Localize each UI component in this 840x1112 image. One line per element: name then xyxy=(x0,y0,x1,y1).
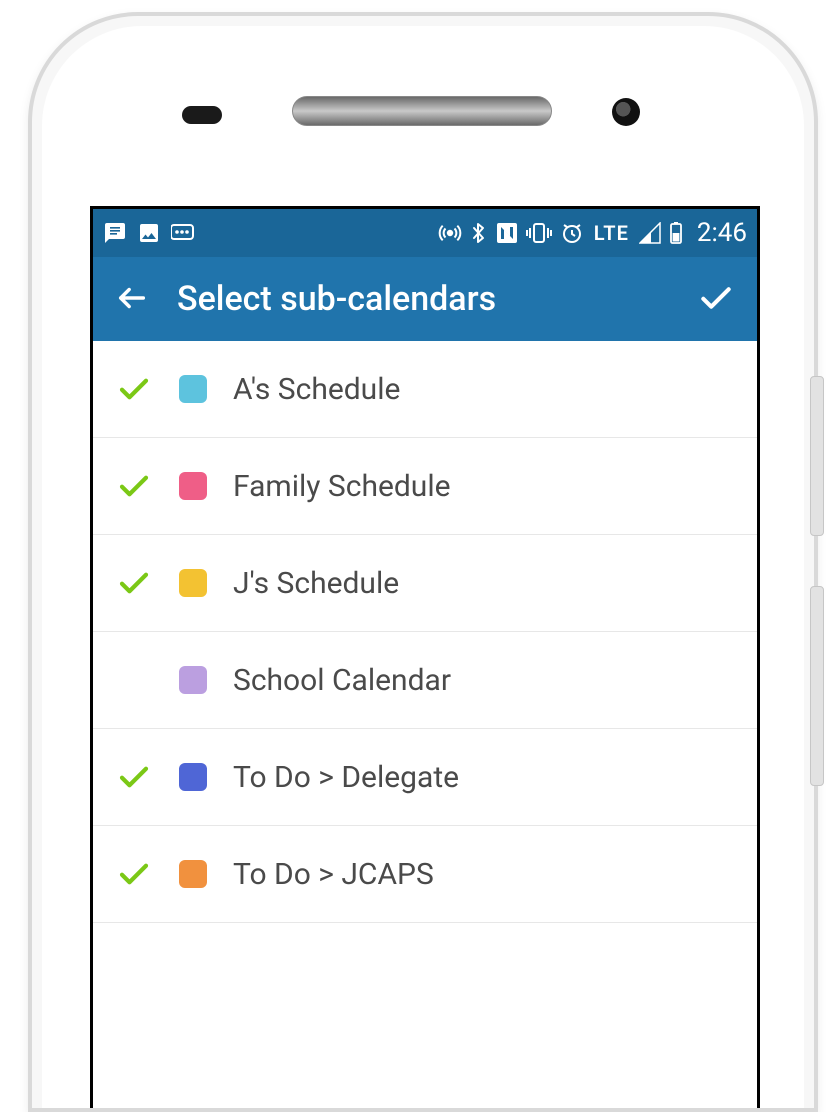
battery-icon xyxy=(669,221,683,245)
checkmark-icon xyxy=(116,371,152,407)
selection-check xyxy=(115,371,153,407)
confirm-button[interactable] xyxy=(693,275,739,324)
hotspot-icon xyxy=(438,221,462,245)
page-title: Select sub-calendars xyxy=(177,279,496,319)
nfc-icon xyxy=(496,222,518,244)
checkmark-icon xyxy=(116,468,152,504)
calendar-row[interactable]: J's Schedule xyxy=(93,535,757,632)
checkmark-icon xyxy=(116,565,152,601)
selection-check xyxy=(115,856,153,892)
color-swatch xyxy=(179,569,207,597)
calendar-list: A's Schedule Family Schedule J's Schedule S… xyxy=(93,341,757,923)
phone-frame: LTE 2:46 Select sub-calendars A's Schedu… xyxy=(28,12,818,1112)
calendar-row[interactable]: Family Schedule xyxy=(93,438,757,535)
alarm-icon xyxy=(560,221,584,245)
front-camera xyxy=(612,98,640,126)
color-swatch xyxy=(179,472,207,500)
back-button[interactable] xyxy=(111,277,153,322)
selection-check xyxy=(115,468,153,504)
calendar-row[interactable]: A's Schedule xyxy=(93,341,757,438)
calendar-row[interactable]: To Do > Delegate xyxy=(93,729,757,826)
selection-check xyxy=(115,759,153,795)
message-icon xyxy=(103,221,127,245)
checkmark-icon xyxy=(116,759,152,795)
signal-icon xyxy=(639,222,661,244)
calendar-row[interactable]: To Do > JCAPS xyxy=(93,826,757,923)
checkmark-icon xyxy=(116,856,152,892)
calendar-row[interactable]: School Calendar xyxy=(93,632,757,729)
clock-label: 2:46 xyxy=(697,218,747,248)
volume-up-button xyxy=(810,376,824,536)
calendar-label: To Do > JCAPS xyxy=(233,857,434,892)
device-screen: LTE 2:46 Select sub-calendars A's Schedu… xyxy=(90,206,760,1108)
more-icon xyxy=(171,221,197,245)
status-right: LTE 2:46 xyxy=(438,218,747,248)
color-swatch xyxy=(179,860,207,888)
calendar-label: Family Schedule xyxy=(233,469,451,504)
vibrate-icon xyxy=(526,222,552,244)
app-bar: Select sub-calendars xyxy=(93,257,757,341)
image-icon xyxy=(137,221,161,245)
bluetooth-icon xyxy=(470,221,488,245)
volume-down-button xyxy=(810,586,824,786)
calendar-label: To Do > Delegate xyxy=(233,760,459,795)
calendar-label: J's Schedule xyxy=(233,566,399,601)
color-swatch xyxy=(179,666,207,694)
status-bar: LTE 2:46 xyxy=(93,209,757,257)
network-type-label: LTE xyxy=(594,221,629,245)
status-left xyxy=(103,221,197,245)
calendar-label: School Calendar xyxy=(233,663,451,698)
color-swatch xyxy=(179,763,207,791)
calendar-label: A's Schedule xyxy=(233,372,400,407)
color-swatch xyxy=(179,375,207,403)
speaker-grille xyxy=(292,96,552,126)
proximity-sensor xyxy=(182,106,222,124)
selection-check xyxy=(115,565,153,601)
